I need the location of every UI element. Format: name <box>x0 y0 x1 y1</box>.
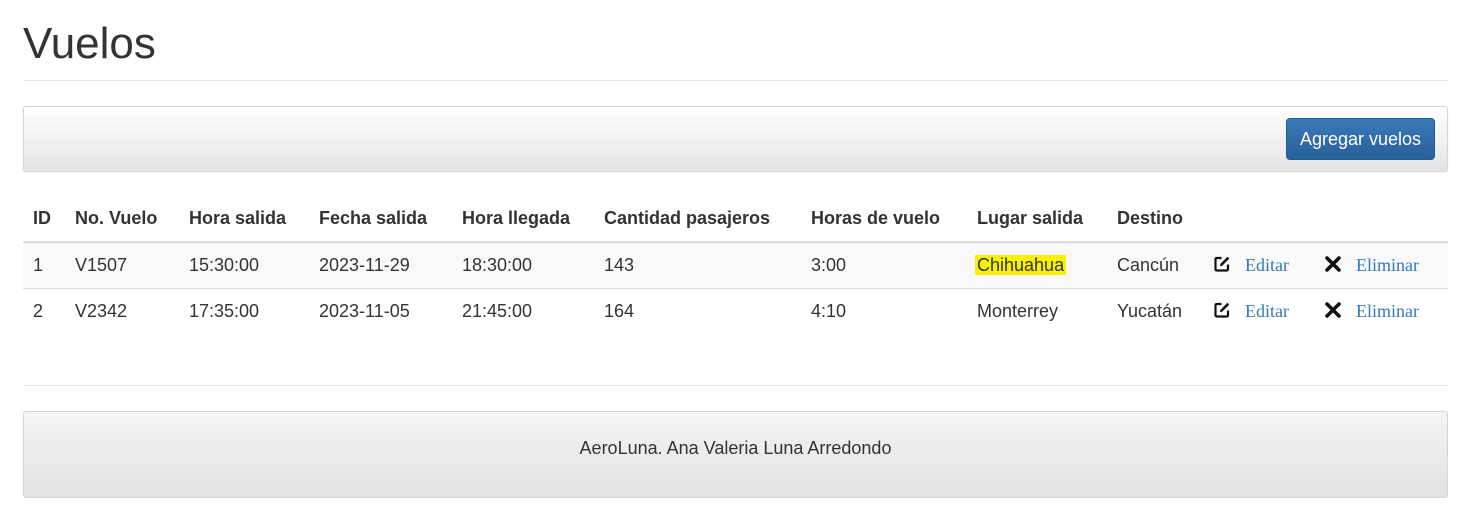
cell-edit: Editar <box>1203 242 1314 289</box>
cell-departure-date: 2023-11-29 <box>319 255 410 275</box>
column-header-destination: Destino <box>1107 195 1203 243</box>
cell-departure-date: 2023-11-05 <box>309 288 452 334</box>
cell-edit: Editar <box>1203 288 1314 334</box>
footer-divider <box>23 385 1448 386</box>
cell-arrival-time: 21:45:00 <box>452 288 594 334</box>
edit-link[interactable]: Editar <box>1213 253 1289 276</box>
title-divider <box>23 80 1448 81</box>
edit-link-label: Editar <box>1245 255 1289 276</box>
cell-flight-no: V1507 <box>75 255 128 275</box>
column-header-flight-no: No. Vuelo <box>65 195 179 243</box>
highlighted-origin-text: Chihuahua <box>975 255 1067 275</box>
cell-delete: Eliminar <box>1314 242 1448 289</box>
delete-link[interactable]: Eliminar <box>1324 299 1419 322</box>
delete-link[interactable]: Eliminar <box>1324 253 1419 276</box>
cell-id: 2 <box>23 288 65 334</box>
table-row: 2 V2342 17:35:00 2023-11-05 21:45:00 164… <box>23 288 1448 334</box>
cell-departure-time: 17:35:00 <box>179 288 309 334</box>
page-title: Vuelos <box>23 19 156 68</box>
cell-origin: Chihuahua <box>967 242 1107 289</box>
cell-delete: Eliminar <box>1314 288 1448 334</box>
column-header-arrival-time: Hora llegada <box>452 195 594 243</box>
edit-icon <box>1214 256 1230 272</box>
cell-arrival-time: 18:30:00 <box>462 255 533 275</box>
cell-id: 1 <box>33 255 44 275</box>
edit-link-label: Editar <box>1245 301 1289 322</box>
column-header-flight-hours: Horas de vuelo <box>801 195 967 243</box>
footer-text: AeroLuna. Ana Valeria Luna Arredondo <box>579 438 892 458</box>
cell-passengers: 164 <box>594 288 801 334</box>
column-header-delete <box>1314 195 1448 243</box>
cell-flight-hours: 4:10 <box>801 288 967 334</box>
column-header-origin: Lugar salida <box>967 195 1107 243</box>
edit-link[interactable]: Editar <box>1213 299 1289 322</box>
column-header-departure-time: Hora salida <box>179 195 309 243</box>
page-container: Vuelos Agregar vuelos ID No. Vuelo Hora … <box>23 0 1448 498</box>
column-header-departure-date: Fecha salida <box>309 195 452 243</box>
cell-origin: Monterrey <box>967 288 1107 334</box>
cell-departure-time: 15:30:00 <box>189 255 260 275</box>
edit-icon <box>1214 302 1230 318</box>
delete-link-label: Eliminar <box>1356 255 1419 276</box>
column-header-passengers: Cantidad pasajeros <box>594 195 801 243</box>
close-icon <box>1325 301 1341 318</box>
footer-panel: AeroLuna. Ana Valeria Luna Arredondo <box>23 411 1448 498</box>
cell-destination: Yucatán <box>1107 288 1203 334</box>
table-header-row: ID No. Vuelo Hora salida Fecha salida Ho… <box>23 195 1448 243</box>
delete-link-label: Eliminar <box>1356 301 1419 322</box>
cell-destination: Cancún <box>1117 255 1180 275</box>
table-row: 1 V1507 15:30:00 2023-11-29 18:30:00 143… <box>23 242 1448 289</box>
add-flights-button[interactable]: Agregar vuelos <box>1286 118 1435 160</box>
cell-flight-no: V2342 <box>65 288 179 334</box>
column-header-edit <box>1203 195 1314 243</box>
cell-flight-hours: 3:00 <box>811 255 847 275</box>
cell-passengers: 143 <box>604 255 635 275</box>
column-header-id: ID <box>23 195 65 243</box>
flights-table: ID No. Vuelo Hora salida Fecha salida Ho… <box>23 195 1448 334</box>
close-icon <box>1325 255 1341 272</box>
toolbar-panel: Agregar vuelos <box>23 106 1448 172</box>
